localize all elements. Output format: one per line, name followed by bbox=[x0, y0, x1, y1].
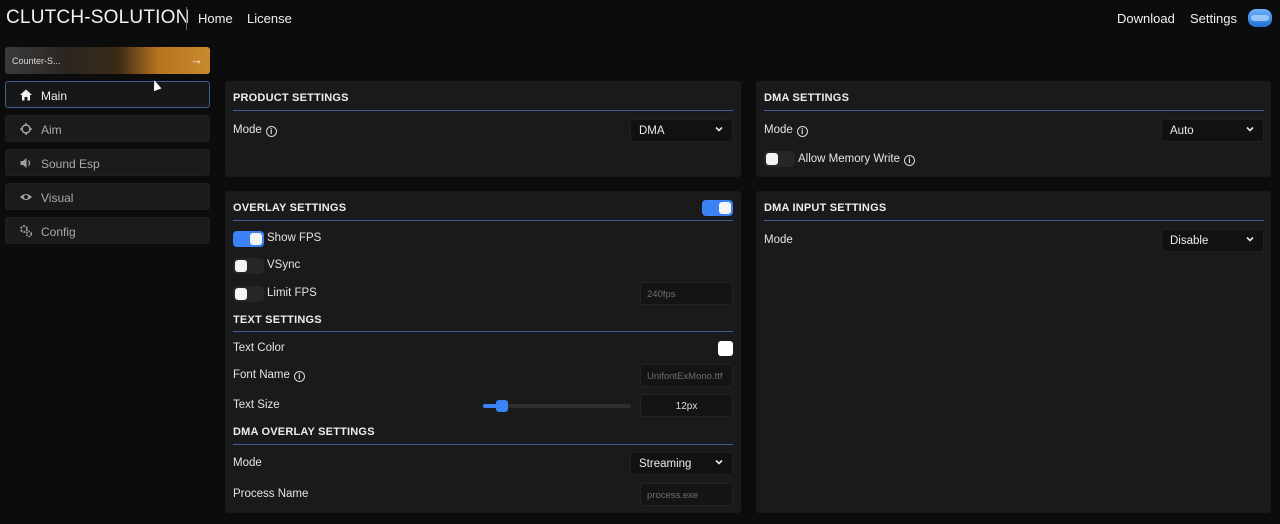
game-selector-card[interactable]: Counter-S... → bbox=[5, 47, 210, 74]
gears-icon bbox=[20, 225, 33, 238]
text-size-slider[interactable] bbox=[483, 400, 631, 412]
font-name-label: Font Name i bbox=[233, 369, 305, 382]
mode-label: Mode i bbox=[233, 124, 277, 137]
input-value: 12px bbox=[675, 401, 698, 412]
dma-input-settings-panel: DMA INPUT SETTINGS Mode Disable bbox=[756, 191, 1271, 513]
limit-fps-toggle[interactable] bbox=[233, 286, 264, 302]
allow-memory-write-toggle[interactable] bbox=[764, 151, 795, 167]
sidebar-item-aim[interactable]: Aim bbox=[5, 115, 210, 142]
font-name-input[interactable]: UnifontExMono.ttf bbox=[640, 364, 733, 387]
show-fps-toggle[interactable] bbox=[233, 231, 264, 247]
overlay-enabled-toggle[interactable] bbox=[702, 200, 733, 216]
process-name-label: Process Name bbox=[233, 488, 309, 500]
select-value: Auto bbox=[1170, 125, 1194, 137]
info-icon[interactable]: i bbox=[293, 371, 305, 382]
vsync-label: VSync bbox=[267, 259, 301, 271]
text-color-label: Text Color bbox=[233, 342, 285, 354]
limit-fps-input[interactable]: 240fps bbox=[640, 282, 733, 305]
input-placeholder: 240fps bbox=[647, 289, 676, 300]
chevron-down-icon bbox=[1246, 236, 1254, 242]
input-placeholder: process.exe bbox=[647, 490, 699, 501]
panel-title: DMA INPUT SETTINGS bbox=[764, 202, 887, 214]
nav-license-link[interactable]: License bbox=[247, 11, 292, 26]
slider-thumb[interactable] bbox=[496, 400, 508, 412]
dma-input-mode-label: Mode bbox=[764, 234, 793, 246]
nav-download-link[interactable]: Download bbox=[1117, 11, 1175, 26]
product-settings-panel: PRODUCT SETTINGS Mode i DMA bbox=[225, 81, 741, 177]
panel-title: PRODUCT SETTINGS bbox=[233, 92, 349, 104]
dma-overlay-mode-select[interactable]: Streaming bbox=[630, 452, 733, 475]
dma-mode-select[interactable]: Auto bbox=[1161, 119, 1264, 142]
user-avatar[interactable] bbox=[1248, 9, 1272, 27]
overlay-settings-panel: OVERLAY SETTINGS Show FPS VSync Limit FP… bbox=[225, 191, 741, 513]
chevron-down-icon bbox=[1246, 126, 1254, 132]
arrow-right-icon: → bbox=[190, 52, 203, 67]
text-color-swatch[interactable] bbox=[718, 341, 733, 356]
title-divider bbox=[233, 220, 733, 221]
sidebar-item-visual[interactable]: Visual bbox=[5, 183, 210, 210]
chevron-down-icon bbox=[715, 459, 723, 465]
sidebar-item-label: Aim bbox=[41, 123, 62, 137]
title-divider bbox=[233, 444, 733, 445]
select-value: Disable bbox=[1170, 235, 1209, 247]
text-size-input[interactable]: 12px bbox=[640, 394, 733, 417]
sidebar-item-main[interactable]: Main bbox=[5, 81, 210, 108]
info-icon[interactable]: i bbox=[796, 126, 808, 137]
game-card-label: Counter-S... bbox=[12, 56, 61, 66]
speaker-icon bbox=[20, 158, 31, 168]
sidebar-item-label: Visual bbox=[41, 191, 74, 205]
title-divider bbox=[764, 220, 1264, 221]
top-bar: CLUTCH-SOLUTION Home License Download Se… bbox=[0, 0, 1280, 36]
home-icon bbox=[20, 89, 32, 101]
panel-title: DMA SETTINGS bbox=[764, 92, 850, 104]
vsync-toggle[interactable] bbox=[233, 258, 264, 274]
info-icon[interactable]: i bbox=[904, 155, 916, 166]
product-mode-select[interactable]: DMA bbox=[630, 119, 733, 142]
sidebar-item-label: Main bbox=[41, 89, 68, 103]
allow-memory-write-label: Allow Memory Write i bbox=[798, 153, 916, 166]
sidebar-item-sound-esp[interactable]: Sound Esp bbox=[5, 149, 210, 176]
section-title: DMA OVERLAY SETTINGS bbox=[233, 426, 375, 438]
info-icon[interactable]: i bbox=[265, 126, 277, 137]
nav-home-link[interactable]: Home bbox=[198, 11, 233, 26]
nav-settings-link[interactable]: Settings bbox=[1190, 11, 1237, 26]
limit-fps-label: Limit FPS bbox=[267, 287, 317, 299]
eye-icon bbox=[20, 194, 32, 200]
crosshair-icon bbox=[20, 123, 32, 135]
mode-label: Mode i bbox=[764, 124, 808, 137]
input-placeholder: UnifontExMono.ttf bbox=[647, 371, 723, 382]
brand-logo[interactable]: CLUTCH-SOLUTION bbox=[6, 7, 190, 29]
sidebar-item-config[interactable]: Config bbox=[5, 217, 210, 244]
panel-title: OVERLAY SETTINGS bbox=[233, 202, 347, 214]
select-value: Streaming bbox=[639, 458, 692, 470]
sidebar-item-label: Config bbox=[41, 225, 76, 239]
dma-input-mode-select[interactable]: Disable bbox=[1161, 229, 1264, 252]
dma-overlay-mode-label: Mode bbox=[233, 457, 262, 469]
sidebar-item-label: Sound Esp bbox=[41, 157, 100, 171]
title-divider bbox=[233, 331, 733, 332]
chevron-down-icon bbox=[715, 126, 723, 132]
show-fps-label: Show FPS bbox=[267, 232, 322, 244]
text-size-label: Text Size bbox=[233, 399, 280, 411]
section-title: TEXT SETTINGS bbox=[233, 314, 322, 326]
process-name-input[interactable]: process.exe bbox=[640, 483, 733, 506]
dma-settings-panel: DMA SETTINGS Mode i Auto Allow Memory Wri… bbox=[756, 81, 1271, 177]
brand-divider bbox=[186, 7, 187, 30]
title-divider bbox=[764, 110, 1264, 111]
select-value: DMA bbox=[639, 125, 665, 137]
title-divider bbox=[233, 110, 733, 111]
